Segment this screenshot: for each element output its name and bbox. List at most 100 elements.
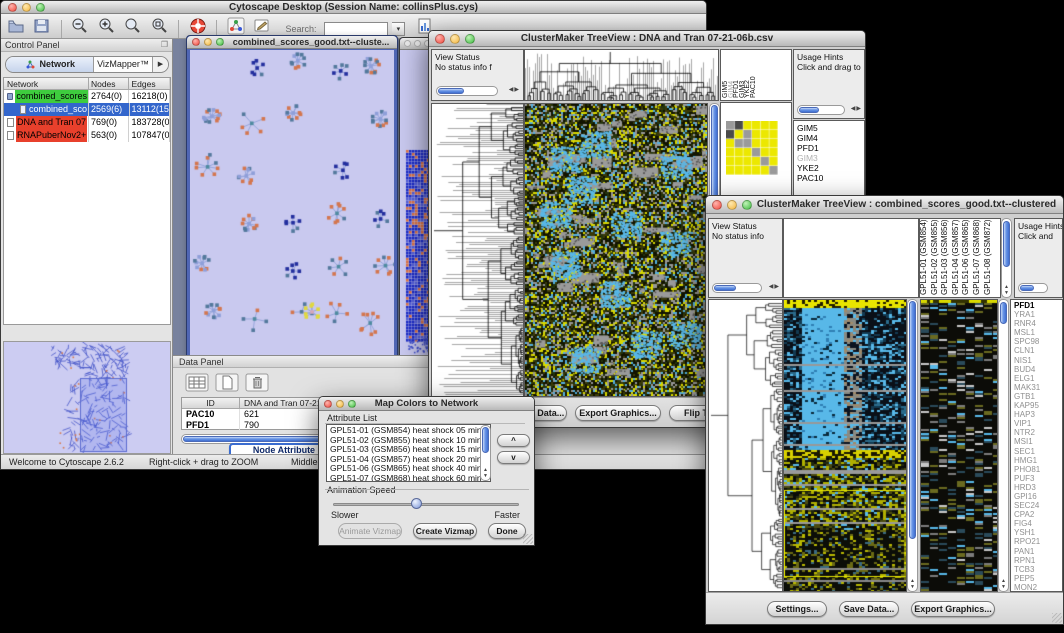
scroll-arrows-icon[interactable]: ◀▶	[509, 85, 520, 95]
data-cell-id[interactable]: PAC10	[182, 409, 240, 420]
delete-attribute-icon[interactable]	[245, 373, 269, 397]
main-titlebar[interactable]: Cytoscape Desktop (Session Name: collins…	[1, 1, 706, 14]
slider-thumb[interactable]	[411, 498, 422, 509]
tv1-row-dendrogram[interactable]	[431, 103, 524, 397]
export-graphics-button[interactable]: Export Graphics...	[575, 405, 661, 421]
tab-vizmapper[interactable]: VizMapper™	[94, 57, 153, 72]
tv2-summary-vscrollbar[interactable]: ▲▼	[998, 299, 1009, 592]
gene-label[interactable]: GPI16	[1014, 492, 1062, 501]
gene-label[interactable]: RPN1	[1014, 556, 1062, 565]
move-down-button[interactable]: v	[497, 451, 530, 464]
gene-label[interactable]: YSH1	[1014, 528, 1062, 537]
attribute-item[interactable]: GPL51-01 (GSM854) heat shock 05 min	[330, 426, 490, 436]
close-icon[interactable]	[435, 34, 445, 44]
gene-label[interactable]: SEC1	[1014, 447, 1062, 456]
minimize-icon[interactable]	[727, 200, 737, 210]
close-icon[interactable]	[404, 40, 411, 47]
gene-label[interactable]: RPO21	[1014, 537, 1062, 546]
gene-label[interactable]: VIP1	[1014, 419, 1062, 428]
minimize-icon[interactable]	[414, 40, 421, 47]
resize-grip[interactable]	[1052, 613, 1062, 623]
gene-label[interactable]: GIM4	[797, 133, 864, 143]
gene-label[interactable]: SEC24	[1014, 501, 1062, 510]
tv1-column-dendrogram[interactable]	[524, 49, 719, 101]
save-data-button[interactable]: Save Data...	[839, 601, 899, 617]
gene-label[interactable]: MON2	[1014, 583, 1062, 592]
tv2-column-dendrogram[interactable]	[783, 218, 919, 298]
tv2-hints-hscrollbar[interactable]	[1018, 283, 1048, 293]
gene-label[interactable]: PFD1	[797, 143, 864, 153]
close-icon[interactable]	[8, 3, 17, 12]
gene-label[interactable]: PAC10	[797, 173, 864, 183]
tv1-hints-hscrollbar[interactable]	[797, 105, 845, 115]
network-list-row[interactable]: combined_sco2569(6)13112(15)	[4, 103, 170, 116]
settings-button[interactable]: Settings...	[767, 601, 827, 617]
attribute-item[interactable]: GPL51-07 (GSM868) heat shock 60 min	[330, 474, 490, 483]
attribute-list-vscrollbar[interactable]: ▲▼	[480, 425, 491, 481]
tv2-status-hscrollbar[interactable]	[712, 283, 762, 293]
gene-label[interactable]: CPA2	[1014, 510, 1062, 519]
close-icon[interactable]	[712, 200, 722, 210]
network-list-row[interactable]: DNA and Tran 07769(0)183728(0)	[4, 116, 170, 129]
gene-label[interactable]: RNR4	[1014, 319, 1062, 328]
tv1-heatmap[interactable]	[524, 103, 708, 397]
tv2-summary-heatmap[interactable]	[920, 299, 998, 592]
data-col-id[interactable]: ID	[182, 398, 240, 408]
close-icon[interactable]	[324, 400, 332, 408]
gene-label[interactable]: MAK31	[1014, 383, 1062, 392]
col-header-nodes[interactable]: Nodes	[89, 78, 130, 89]
save-session-icon[interactable]	[33, 17, 51, 40]
gene-label[interactable]: NIS1	[1014, 356, 1062, 365]
attribute-item[interactable]: GPL51-02 (GSM855) heat shock 10 min	[330, 436, 490, 446]
zoom-selected-icon[interactable]	[151, 17, 169, 40]
gene-label[interactable]: PFD1	[1014, 301, 1062, 310]
col-header-network[interactable]: Network	[4, 78, 89, 89]
gene-label[interactable]: MSI1	[1014, 437, 1062, 446]
export-graphics-button[interactable]: Export Graphics...	[911, 601, 995, 617]
animation-speed-slider[interactable]	[333, 503, 519, 506]
zoom-window-icon[interactable]	[742, 200, 752, 210]
gene-label[interactable]: ELG1	[1014, 374, 1062, 383]
zoom-window-icon[interactable]	[216, 38, 224, 46]
new-attribute-icon[interactable]	[215, 373, 239, 397]
open-file-icon[interactable]	[7, 17, 25, 40]
network-overview-canvas[interactable]	[4, 342, 170, 453]
attribute-item[interactable]: GPL51-06 (GSM865) heat shock 40 min	[330, 464, 490, 474]
network-overview-panel[interactable]	[3, 341, 171, 454]
minimize-icon[interactable]	[336, 400, 344, 408]
gene-label[interactable]: YRA1	[1014, 310, 1062, 319]
gene-label[interactable]: FIG4	[1014, 519, 1062, 528]
gene-label[interactable]: YKE2	[797, 163, 864, 173]
tv2-labels-vscrollbar[interactable]: ▲▼	[1001, 218, 1012, 298]
gene-label[interactable]: HAP3	[1014, 410, 1062, 419]
gene-label[interactable]: SPC98	[1014, 337, 1062, 346]
attribute-item[interactable]: GPL51-04 (GSM857) heat shock 20 min	[330, 455, 490, 465]
network-canvas[interactable]	[190, 50, 394, 358]
close-icon[interactable]	[192, 38, 200, 46]
scroll-arrows-icon[interactable]: ◀▶	[769, 282, 780, 292]
done-button[interactable]: Done	[488, 523, 526, 539]
tab-network[interactable]: Network	[6, 57, 94, 72]
scroll-arrows-icon[interactable]: ◀▶	[851, 104, 862, 114]
animate-vizmap-button[interactable]: Animate Vizmap	[338, 523, 402, 539]
gene-label[interactable]: GIM3	[797, 153, 864, 163]
move-up-button[interactable]: ^	[497, 434, 530, 447]
gene-label[interactable]: PAN1	[1014, 547, 1062, 556]
zoom-fit-icon[interactable]	[124, 17, 142, 40]
tab-overflow-icon[interactable]: ▶	[153, 57, 168, 72]
col-header-edges[interactable]: Edges	[129, 78, 170, 89]
float-panel-icon[interactable]: ❐	[161, 40, 168, 49]
data-cell-id[interactable]: PFD1	[182, 420, 240, 431]
gene-label[interactable]: PHO81	[1014, 465, 1062, 474]
network-list-row[interactable]: RNAPuberNov2+563(0)107847(0)	[4, 129, 170, 142]
gene-label[interactable]: PUF3	[1014, 474, 1062, 483]
resize-grip[interactable]	[523, 534, 533, 544]
gene-label[interactable]: PEP5	[1014, 574, 1062, 583]
search-input[interactable]	[324, 22, 388, 36]
zoom-out-icon[interactable]	[71, 17, 89, 40]
tv1-status-hscrollbar[interactable]	[436, 86, 498, 96]
gene-label[interactable]: TCB3	[1014, 565, 1062, 574]
zoom-window-icon[interactable]	[348, 400, 356, 408]
tv2-row-dendrogram[interactable]	[708, 299, 783, 592]
gene-label[interactable]: MSL1	[1014, 328, 1062, 337]
